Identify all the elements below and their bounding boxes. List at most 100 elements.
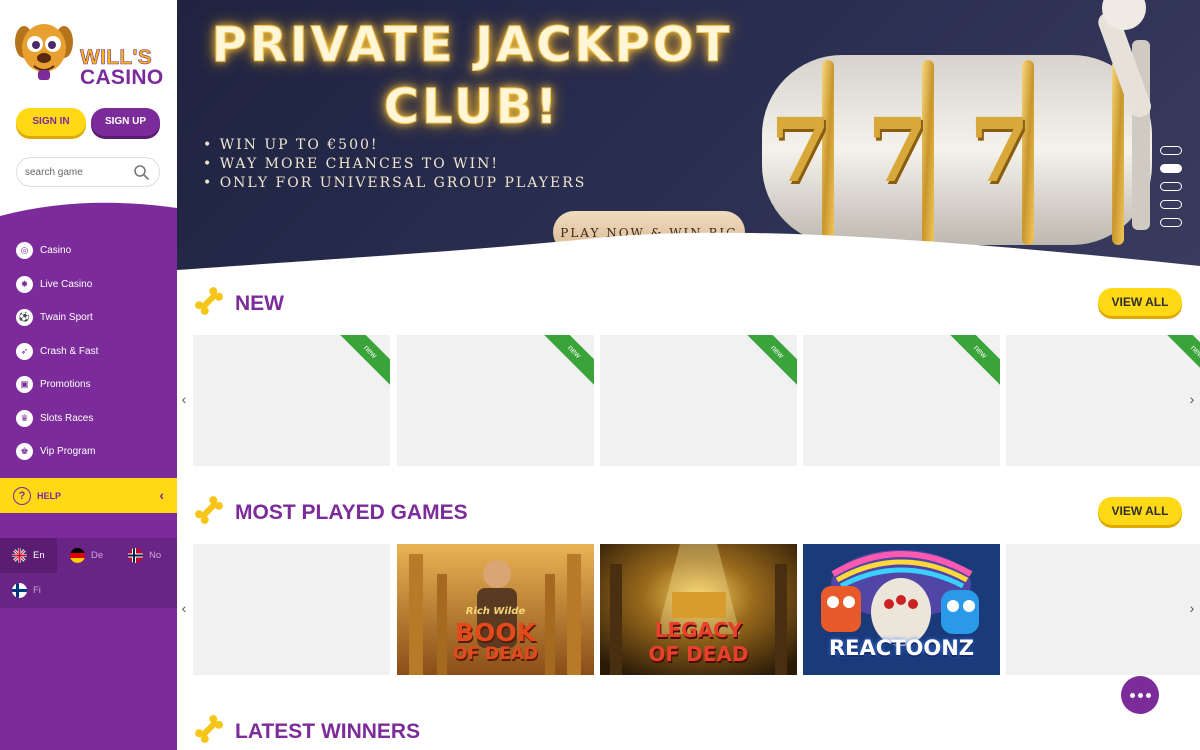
game-tile[interactable] [193, 544, 390, 675]
banner-bullet: • WIN UP TO €500! [203, 137, 379, 153]
banner-bullets: • WIN UP TO €500! • WAY MORE CHANCES TO … [203, 136, 586, 193]
game-title: BOOK [455, 618, 536, 647]
logo-line1: WILL'S [80, 46, 153, 69]
sidebar: WILL'S CASINO SIGN IN SIGN UP ◎ Casino ✸… [0, 0, 177, 750]
sidebar-item-label: Casino [40, 245, 72, 257]
help-label: HELP [37, 490, 62, 501]
game-tile[interactable]: new [397, 335, 594, 466]
sidebar-item-casino[interactable]: ◎ Casino [0, 234, 177, 268]
finland-flag-icon [12, 583, 27, 598]
sidebar-item-label: Twain Sport [40, 312, 93, 324]
section-title: NEW [235, 292, 284, 315]
gift-icon: ▣ [16, 376, 33, 394]
chevron-left-icon[interactable]: ‹ [177, 391, 191, 411]
sidebar-item-label: Live Casino [40, 278, 93, 290]
game-tile[interactable]: new [600, 335, 797, 466]
hero-banner[interactable]: PRIVATE JACKPOT CLUB! • WIN UP TO €500! … [177, 0, 1200, 272]
bone-icon [195, 496, 223, 524]
language-label: No [149, 550, 162, 561]
new-games-row: ‹ new new new new new › [177, 335, 1200, 468]
most-played-section-header: MOST PLAYED GAMES VIEW ALL [190, 491, 1185, 531]
carousel-dot-active[interactable] [1160, 164, 1182, 173]
sidebar-item-label: Crash & Fast [40, 345, 99, 357]
chat-dot-icon [1145, 692, 1151, 698]
section-title: MOST PLAYED GAMES [235, 501, 468, 524]
language-fi[interactable]: Fi [0, 573, 57, 608]
latest-winners-section-header: LATEST WINNERS [190, 710, 1185, 750]
new-ribbon: new [539, 335, 594, 387]
logo-text: WILL'S CASINO [80, 46, 164, 89]
bone-icon [195, 287, 223, 315]
help-button[interactable]: ? HELP ‹ [0, 478, 177, 513]
sidebar-item-twain-sport[interactable]: ⚽ Twain Sport [0, 301, 177, 335]
carousel-dot[interactable] [1160, 182, 1182, 191]
chat-dot-icon [1137, 692, 1143, 698]
banner-title: PRIVATE JACKPOT CLUB! [177, 14, 767, 138]
banner-bullet: • WAY MORE CHANCES TO WIN! [203, 156, 499, 172]
logo-line2: CASINO [80, 66, 164, 89]
view-all-button[interactable]: VIEW ALL [1098, 288, 1182, 316]
casino-icon: ◎ [16, 242, 33, 260]
game-tile-legacy-of-dead[interactable]: LEGACY OF DEAD [600, 544, 797, 675]
chevron-left-icon[interactable]: ‹ [177, 600, 191, 620]
german-flag-icon [70, 548, 85, 563]
language-label: Fi [33, 585, 41, 596]
carousel-dots [1160, 146, 1184, 236]
logo[interactable]: WILL'S CASINO [14, 16, 164, 89]
trophy-icon: ♛ [16, 409, 33, 427]
language-de[interactable]: De [70, 538, 120, 573]
game-tile-book-of-dead[interactable]: Rich Wilde BOOK OF DEAD [397, 544, 594, 675]
game-title-suffix: OF DEAD [453, 644, 538, 664]
language-en[interactable]: En [0, 538, 57, 573]
bone-icon [195, 715, 223, 743]
sidebar-nav: ◎ Casino ✸ Live Casino ⚽ Twain Sport ➶ C… [0, 234, 177, 469]
game-tile[interactable]: new [193, 335, 390, 466]
section-title: LATEST WINNERS [235, 720, 421, 743]
dog-mascot-icon [15, 24, 73, 80]
chat-button[interactable] [1121, 676, 1159, 714]
game-tile[interactable]: new [1006, 335, 1200, 466]
new-ribbon: new [1162, 335, 1200, 387]
game-title-suffix: OF DEAD [648, 642, 749, 666]
new-ribbon: new [335, 335, 390, 387]
view-all-button[interactable]: VIEW ALL [1098, 497, 1182, 525]
search-icon[interactable] [133, 164, 150, 181]
most-played-row: ‹ Rich Wilde BOOK OF DEAD LEGACY OF DEAD… [177, 544, 1200, 677]
sign-up-button[interactable]: SIGN UP [91, 108, 160, 136]
sign-in-button[interactable]: SIGN IN [16, 108, 86, 136]
game-tile[interactable] [1006, 544, 1200, 675]
game-tile[interactable]: new [803, 335, 1000, 466]
sidebar-item-promotions[interactable]: ▣ Promotions [0, 368, 177, 402]
search-input[interactable] [25, 164, 130, 181]
language-label: De [91, 550, 104, 561]
banner-title-line2: CLUB! [383, 79, 561, 136]
rocket-icon: ➶ [16, 342, 33, 360]
new-ribbon: new [945, 335, 1000, 387]
chevron-left-icon: ‹ [159, 487, 164, 503]
search-box [16, 157, 160, 187]
sidebar-item-crash-fast[interactable]: ➶ Crash & Fast [0, 335, 177, 369]
game-title: REACTOONZ [828, 636, 974, 660]
new-section-header: NEW VIEW ALL [190, 282, 1185, 322]
sidebar-item-live-casino[interactable]: ✸ Live Casino [0, 268, 177, 302]
sidebar-item-slots-races[interactable]: ♛ Slots Races [0, 402, 177, 436]
sidebar-item-label: Vip Program [40, 446, 96, 458]
sidebar-item-label: Promotions [40, 379, 91, 391]
game-tile-reactoonz[interactable]: REACTOONZ [803, 544, 1000, 675]
slot-symbol: 7 [969, 98, 1031, 202]
norway-flag-icon [128, 548, 143, 563]
slot-symbol: 7 [867, 98, 929, 202]
banner-title-line1: PRIVATE JACKPOT [211, 17, 733, 74]
language-selector: En De No Fi [0, 538, 177, 608]
carousel-dot[interactable] [1160, 200, 1182, 209]
sidebar-item-vip-program[interactable]: ♚ Vip Program [0, 435, 177, 469]
crown-icon: ♚ [16, 443, 33, 461]
chevron-right-icon[interactable]: › [1185, 600, 1199, 620]
language-no[interactable]: No [128, 538, 177, 573]
chevron-right-icon[interactable]: › [1185, 391, 1199, 411]
carousel-dot[interactable] [1160, 146, 1182, 155]
live-casino-icon: ✸ [16, 275, 33, 293]
uk-flag-icon [12, 548, 27, 563]
carousel-dot[interactable] [1160, 218, 1182, 227]
banner-bullet: • ONLY FOR UNIVERSAL GROUP PLAYERS [203, 175, 587, 191]
